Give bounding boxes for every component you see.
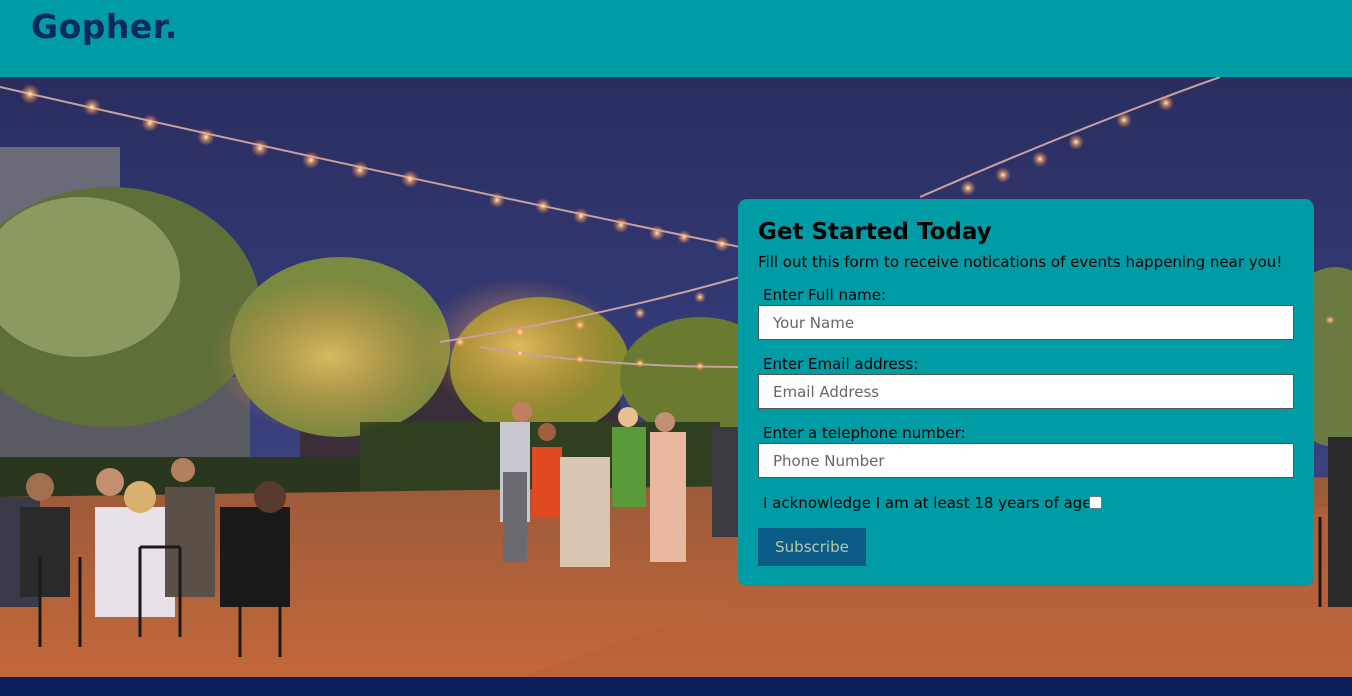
form-title: Get Started Today [758,219,992,245]
email-input[interactable] [758,374,1294,409]
site-header: Gopher. [0,0,1352,77]
age-acknowledge-checkbox[interactable] [1089,496,1102,509]
age-acknowledge-label: I acknowledge I am at least 18 years of … [763,494,1097,512]
name-label: Enter Full name: [763,286,887,304]
form-subtitle: Fill out this form to receive notication… [758,253,1283,271]
phone-label: Enter a telephone number: [763,424,966,442]
site-footer [0,677,1352,696]
email-label: Enter Email address: [763,355,919,373]
name-input[interactable] [758,305,1294,340]
phone-input[interactable] [758,443,1294,478]
site-logo[interactable]: Gopher. [31,7,178,46]
signup-form-card: Get Started Today Fill out this form to … [738,199,1314,586]
subscribe-button[interactable]: Subscribe [758,528,866,566]
